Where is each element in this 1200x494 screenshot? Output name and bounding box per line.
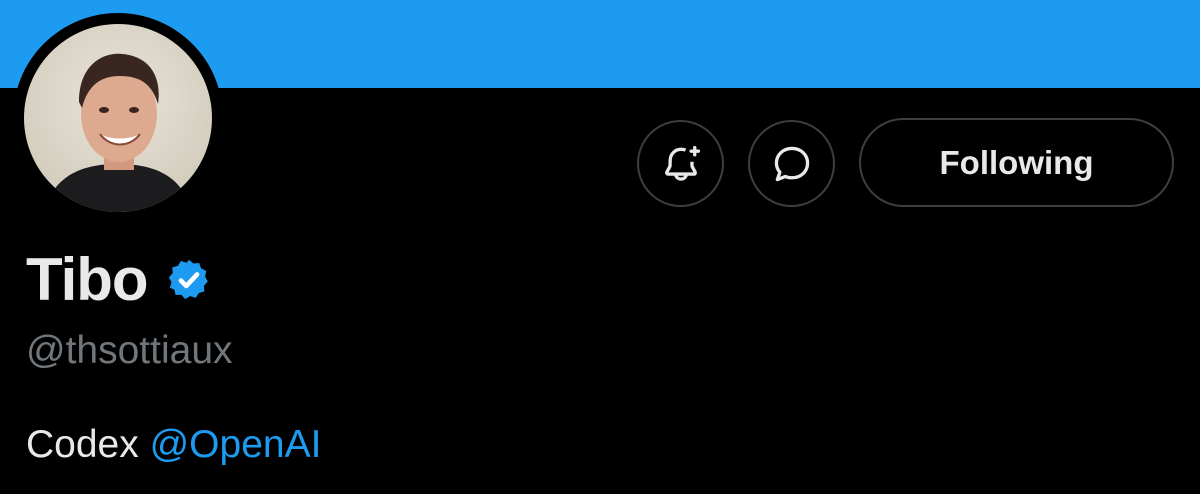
bio-text: Codex: [26, 423, 139, 466]
name-row: Tibo: [26, 244, 212, 316]
bell-plus-icon: [664, 145, 700, 181]
display-name: Tibo: [26, 246, 149, 313]
avatar-photo: [24, 24, 212, 212]
message-button[interactable]: [748, 120, 835, 207]
handle: @thsottiaux: [26, 329, 233, 372]
avatar[interactable]: [13, 13, 223, 223]
notifications-button[interactable]: [637, 120, 724, 207]
bio-mention-link[interactable]: @OpenAI: [150, 423, 322, 466]
chat-bubble-icon: [774, 146, 809, 181]
bio: Codex @OpenAI: [26, 420, 321, 470]
following-button[interactable]: Following: [859, 118, 1174, 207]
verified-badge[interactable]: [166, 257, 212, 303]
verified-badge-icon: [168, 259, 208, 299]
